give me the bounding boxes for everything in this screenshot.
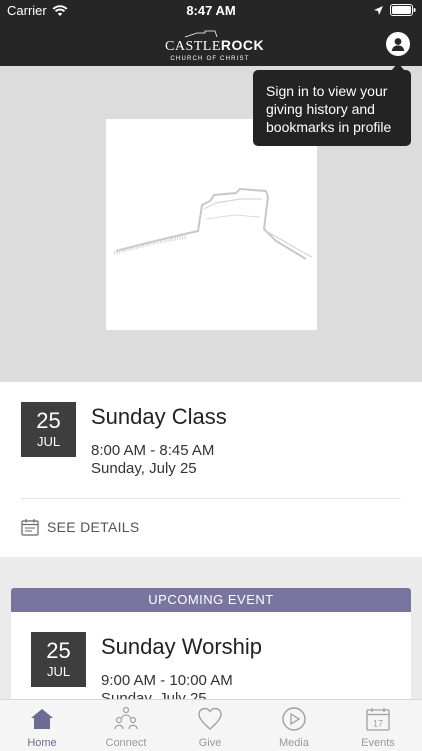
card-divider	[21, 498, 401, 499]
tab-events[interactable]: 17 Events	[336, 700, 420, 751]
logo-roof-icon	[184, 30, 218, 38]
nav-bar: CASTLEROCK CHURCH OF CHRIST	[0, 22, 422, 66]
status-bar: Carrier 8:47 AM	[0, 0, 422, 22]
upcoming-event-card[interactable]: UPCOMING EVENT 25 JUL Sunday Worship 9:0…	[11, 588, 411, 700]
castle-rock-logo[interactable]: CASTLEROCK CHURCH OF CHRIST	[165, 30, 265, 62]
location-arrow-icon	[374, 5, 383, 15]
event-title: Sunday Class	[91, 404, 227, 429]
upcoming-day: 25	[46, 638, 71, 663]
castle-rock-illustration	[113, 187, 313, 260]
event-month: JUL	[36, 434, 61, 449]
status-time: 8:47 AM	[186, 3, 236, 18]
upcoming-event-header: UPCOMING EVENT	[11, 588, 411, 612]
tab-events-label: Events	[361, 737, 395, 749]
tab-home[interactable]: Home	[0, 700, 84, 751]
heart-icon	[198, 707, 222, 730]
hero-image	[106, 119, 317, 330]
tab-connect-label: Connect	[105, 737, 147, 749]
home-icon	[31, 709, 53, 729]
event-day: 25	[36, 408, 61, 433]
upcoming-time: 9:00 AM - 10:00 AM	[101, 672, 233, 689]
logo-text: CASTLEROCK	[165, 37, 265, 54]
tab-home-label: Home	[27, 737, 57, 749]
tab-media-label: Media	[279, 737, 309, 749]
see-details-button[interactable]: SEE DETAILS	[21, 518, 140, 536]
event-time: 8:00 AM - 8:45 AM	[91, 442, 215, 459]
sign-in-tooltip[interactable]: Sign in to view your giving history and …	[253, 70, 411, 146]
profile-button[interactable]	[386, 32, 410, 56]
tab-bar: Home Connect Give Media 17 Events	[0, 699, 422, 751]
upcoming-title: Sunday Worship	[101, 634, 263, 659]
battery-icon	[390, 4, 416, 16]
see-details-label: SEE DETAILS	[47, 519, 140, 535]
user-icon	[391, 38, 405, 51]
event-card-sunday-class[interactable]: 25 JUL Sunday Class 8:00 AM - 8:45 AM Su…	[0, 382, 422, 557]
calendar-number: 17	[373, 719, 383, 729]
play-icon	[282, 707, 306, 731]
event-date: Sunday, July 25	[91, 460, 197, 477]
calendar-icon: 17	[366, 708, 390, 731]
tab-media[interactable]: Media	[252, 700, 336, 751]
calendar-details-icon	[21, 519, 39, 536]
upcoming-date-badge: 25 JUL	[31, 632, 86, 687]
event-date-badge: 25 JUL	[21, 402, 76, 457]
people-icon	[114, 706, 138, 730]
tab-give[interactable]: Give	[168, 700, 252, 751]
tab-connect[interactable]: Connect	[84, 700, 168, 751]
tab-give-label: Give	[198, 737, 222, 749]
logo-subtext: CHURCH OF CHRIST	[170, 56, 250, 62]
upcoming-month: JUL	[46, 664, 71, 679]
